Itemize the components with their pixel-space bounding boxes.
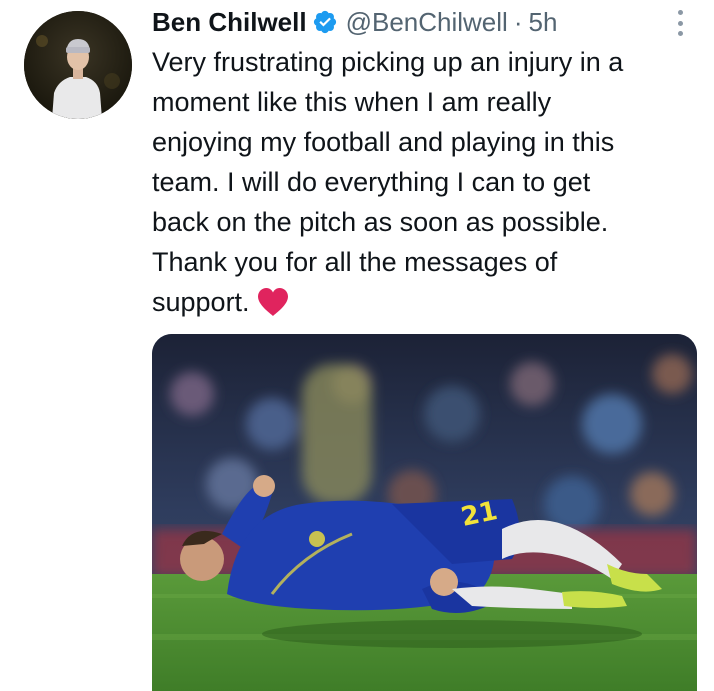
tweet[interactable]: Ben Chilwell @BenChilwell · 5h Very frus… [0,0,714,691]
display-name[interactable]: Ben Chilwell [152,7,307,38]
tweet-text-line: back on the pitch as soon as possible. [152,207,609,237]
tweet-text-last-line: support. [152,282,697,322]
tweet-text-line: Thank you for all the messages of [152,247,558,277]
tweet-text-line: team. I will do everything I can to get [152,167,591,197]
verified-badge-icon [312,9,338,35]
separator-dot: · [513,6,523,37]
red-heart-icon [256,287,290,317]
tweet-text: Very frustrating picking up an injury in… [152,42,697,322]
tweet-text-line: Very frustrating picking up an injury in… [152,47,624,77]
tweet-text-line: enjoying my football and playing in this [152,127,615,157]
tweet-text-line: support. [152,287,250,317]
author-avatar[interactable] [24,11,132,119]
tweet-text-line: moment like this when I am really [152,87,552,117]
author-handle[interactable]: @BenChilwell [346,7,508,38]
tweet-timestamp[interactable]: 5h [528,7,557,38]
tweet-media-photo[interactable]: 21 [152,334,697,691]
tweet-header: Ben Chilwell @BenChilwell · 5h [152,2,557,42]
more-options-icon[interactable] [669,8,691,38]
